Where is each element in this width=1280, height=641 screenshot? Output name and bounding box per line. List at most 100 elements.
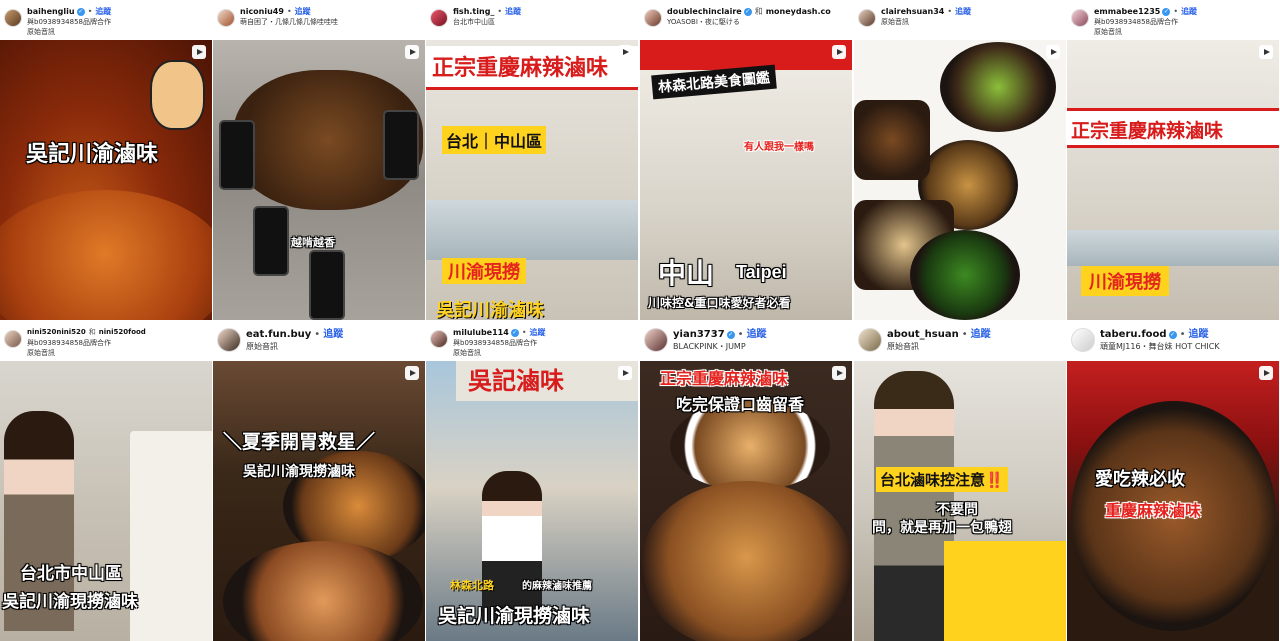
reel-card[interactable]: clairehsuan34 • 追蹤 原始音訊 <box>854 0 1067 320</box>
follow-button[interactable]: 追蹤 <box>505 6 521 17</box>
reel-card[interactable]: niconiu49 • 追蹤 萌自困了・几條几條几條哇哇哇 越啃越香 <box>213 0 426 320</box>
follow-button[interactable]: 追蹤 <box>530 327 546 338</box>
verified-badge-icon: ✓ <box>1162 7 1171 16</box>
avatar[interactable] <box>4 9 22 27</box>
reel-thumbnail[interactable]: 吳記川渝滷味 <box>0 40 212 320</box>
audio-label[interactable]: 原始音訊 <box>246 341 343 353</box>
reel-thumbnail[interactable]: 越啃越香 <box>213 40 425 320</box>
overlay-subtitle: 吃完保證口齒留香 <box>676 395 805 414</box>
bowl-lotus <box>940 42 1056 132</box>
username[interactable]: doublechinclaire <box>667 6 742 17</box>
overlay-title: 吳記川渝現撈滷味 <box>438 605 591 627</box>
follow-button[interactable]: 追蹤 <box>323 328 343 341</box>
reel-card[interactable]: baihengliu ✓ • 追蹤 與b0938934858品牌合作 原始音訊 吳記川… <box>0 0 213 320</box>
post-header: eat.fun.buy • 追蹤 原始音訊 <box>213 321 425 361</box>
reel-card[interactable]: yian3737 ✓ • 追蹤 BLACKPINK・JUMP 正宗重慶麻辣滷味 吃完保… <box>640 321 853 641</box>
audio-label[interactable]: 原始音訊 <box>887 341 991 353</box>
audio-label[interactable]: 萌自困了・几條几條几條哇哇哇 <box>240 17 338 27</box>
audio-label[interactable]: 原始音訊 <box>881 17 971 27</box>
location-label[interactable]: 台北市中山區 <box>453 17 521 27</box>
reel-card[interactable]: nini520nini520 和 nini520food 與b0938934858品… <box>0 321 213 641</box>
username[interactable]: milulube114 <box>453 327 509 338</box>
avatar[interactable] <box>4 330 22 348</box>
avatar[interactable] <box>430 330 448 348</box>
reel-thumbnail[interactable]: ＼夏季開胃救星／ 吳記川渝現撈滷味 <box>213 361 425 641</box>
reel-card[interactable]: about_hsuan • 追蹤 原始音訊 台北滷味控注意‼️ 不要問 問，就是再加… <box>854 321 1067 641</box>
reel-thumbnail[interactable]: 台北滷味控注意‼️ 不要問 問，就是再加一包鴨翅 <box>854 361 1066 641</box>
username[interactable]: yian3737 <box>673 328 725 341</box>
username[interactable]: taberu.food <box>1100 328 1167 341</box>
reel-card[interactable]: taberu.food ✓ • 追蹤 頑童MJ116・舞台妹 HOT CHICK 愛吃… <box>1067 321 1280 641</box>
reel-card[interactable]: fish.ting_ • 追蹤 台北市中山區 正宗重慶麻辣滷味 台北｜中山區 川渝現… <box>426 0 639 320</box>
reel-thumbnail[interactable]: 愛吃辣必收 重慶麻辣滷味 <box>1067 361 1279 641</box>
reel-icon <box>618 45 632 59</box>
reel-icon <box>405 45 419 59</box>
username[interactable]: nini520nini520 <box>27 327 86 338</box>
username[interactable]: fish.ting_ <box>453 6 494 17</box>
person <box>482 471 542 621</box>
reel-thumbnail[interactable] <box>854 40 1066 320</box>
audio-label[interactable]: 原始音訊 <box>27 27 111 37</box>
avatar[interactable] <box>858 328 882 352</box>
reel-icon <box>832 45 846 59</box>
bowl-bottom <box>640 481 852 641</box>
food-image <box>0 190 212 320</box>
follow-button[interactable]: 追蹤 <box>1188 328 1208 341</box>
username[interactable]: clairehsuan34 <box>881 6 944 17</box>
reel-thumbnail[interactable]: 林森北路美食圖鑑 有人跟我一樣嗎 中山 Taipei 川味控&重口味愛好者必看 <box>640 40 852 320</box>
post-header: yian3737 ✓ • 追蹤 BLACKPINK・JUMP <box>640 321 852 361</box>
audio-label[interactable]: YOASOBI・夜に駆ける <box>667 17 831 27</box>
reel-thumbnail[interactable]: 正宗重慶麻辣滷味 川渝現撈 <box>1067 40 1279 320</box>
reel-card[interactable]: milulube114 ✓ • 追蹤 與b0938934858品牌合作 原始音訊 吳記… <box>426 321 639 641</box>
verified-badge-icon: ✓ <box>726 330 735 339</box>
cartoon-chef <box>150 60 205 130</box>
collaborator-username[interactable]: nini520food <box>99 327 146 338</box>
follow-button[interactable]: 追蹤 <box>295 6 311 17</box>
reel-card[interactable]: doublechinclaire ✓ 和 moneydash.co YOASOBI・夜… <box>640 0 853 320</box>
reel-icon <box>1259 45 1273 59</box>
reels-grid: baihengliu ✓ • 追蹤 與b0938934858品牌合作 原始音訊 吳記川… <box>0 0 1280 641</box>
audio-label[interactable]: 頑童MJ116・舞台妹 HOT CHICK <box>1100 341 1220 353</box>
overlay-road: 林森北路 <box>450 579 494 592</box>
audio-label[interactable]: 原始音訊 <box>27 348 146 358</box>
username[interactable]: eat.fun.buy <box>246 328 311 341</box>
post-header: emmabee1235 ✓ • 追蹤 與b0938934858品牌合作 原始音訊 <box>1067 0 1279 40</box>
collaborator-username[interactable]: moneydash.co <box>766 6 831 17</box>
partnership-label: 與b0938934858品牌合作 <box>27 339 111 347</box>
follow-button[interactable]: 追蹤 <box>95 6 111 17</box>
reel-card[interactable]: eat.fun.buy • 追蹤 原始音訊 ＼夏季開胃救星／ 吳記川渝現撈滷味 <box>213 321 426 641</box>
follow-button[interactable]: 追蹤 <box>747 328 767 341</box>
avatar[interactable] <box>644 9 662 27</box>
follow-button[interactable]: 追蹤 <box>1181 6 1197 17</box>
display-case <box>1067 230 1279 266</box>
avatar[interactable] <box>644 328 668 352</box>
avatar[interactable] <box>858 9 876 27</box>
reel-thumbnail[interactable]: 吳記滷味 林森北路 的麻辣滷味推薦 吳記川渝現撈滷味 <box>426 361 638 641</box>
partnership-label: 與b0938934858品牌合作 <box>1094 18 1178 26</box>
avatar[interactable] <box>1071 9 1089 27</box>
avatar[interactable] <box>1071 328 1095 352</box>
reel-thumbnail[interactable]: 台北市中山區 吳記川渝現撈滷味 <box>0 361 212 641</box>
avatar[interactable] <box>217 328 241 352</box>
username[interactable]: baihengliu <box>27 6 75 17</box>
audio-label[interactable]: 原始音訊 <box>453 348 546 358</box>
overlay-title: 台北滷味控注意‼️ <box>876 467 1008 492</box>
audio-label[interactable]: 原始音訊 <box>1094 27 1197 37</box>
audio-label[interactable]: BLACKPINK・JUMP <box>673 341 767 353</box>
follow-button[interactable]: 追蹤 <box>971 328 991 341</box>
store-sign <box>640 40 852 70</box>
reel-thumbnail[interactable]: 正宗重慶麻辣滷味 吃完保證口齒留香 <box>640 361 852 641</box>
post-header: clairehsuan34 • 追蹤 原始音訊 <box>854 0 1066 40</box>
post-header: niconiu49 • 追蹤 萌自困了・几條几條几條哇哇哇 <box>213 0 425 40</box>
avatar[interactable] <box>217 9 235 27</box>
reel-card[interactable]: emmabee1235 ✓ • 追蹤 與b0938934858品牌合作 原始音訊 正宗… <box>1067 0 1280 320</box>
username[interactable]: niconiu49 <box>240 6 284 17</box>
reel-icon <box>832 366 846 380</box>
phone <box>253 206 289 276</box>
avatar[interactable] <box>430 9 448 27</box>
username[interactable]: emmabee1235 <box>1094 6 1160 17</box>
username[interactable]: about_hsuan <box>887 328 959 341</box>
follow-button[interactable]: 追蹤 <box>955 6 971 17</box>
bowl-bottom <box>223 541 423 641</box>
reel-thumbnail[interactable]: 正宗重慶麻辣滷味 台北｜中山區 川渝現撈 吳記川渝滷味 <box>426 40 638 320</box>
